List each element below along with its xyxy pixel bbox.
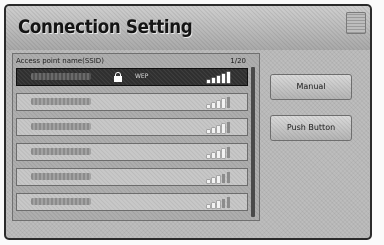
signal-bar: [227, 72, 230, 83]
access-point-item[interactable]: [16, 93, 248, 111]
dialog-header: Connection Setting: [6, 6, 370, 50]
ssid-label: [31, 98, 91, 105]
signal-bar: [217, 76, 220, 83]
signal-bar: [217, 126, 220, 133]
signal-strength-icon: [207, 97, 241, 108]
ssid-label: [31, 148, 91, 155]
signal-bar: [222, 149, 225, 158]
signal-bar: [207, 155, 210, 158]
ssid-label: [31, 198, 91, 205]
signal-bar: [217, 101, 220, 108]
signal-bar: [227, 97, 230, 108]
signal-strength-icon: [207, 147, 241, 158]
push-button-button[interactable]: Push Button: [270, 115, 352, 141]
header-decoration: [346, 12, 366, 34]
signal-bar: [222, 199, 225, 208]
manual-button[interactable]: Manual: [270, 74, 352, 100]
signal-bar: [227, 122, 230, 133]
signal-bar: [217, 151, 220, 158]
signal-bar: [212, 153, 215, 158]
ssid-label: [31, 173, 91, 180]
signal-bar: [227, 197, 230, 208]
signal-bar: [212, 128, 215, 133]
dialog-title: Connection Setting: [18, 16, 193, 38]
signal-strength-icon: [207, 72, 241, 83]
signal-bar: [222, 124, 225, 133]
signal-bar: [207, 80, 210, 83]
signal-bar: [222, 74, 225, 83]
signal-bar: [207, 180, 210, 183]
list-scrollbar[interactable]: [251, 67, 255, 217]
signal-bar: [217, 176, 220, 183]
access-point-item[interactable]: [16, 143, 248, 161]
list-header: Access point name(SSID) 1/20: [16, 57, 246, 67]
ssid-label: [31, 123, 91, 130]
signal-bar: [207, 205, 210, 208]
access-point-item[interactable]: [16, 118, 248, 136]
signal-strength-icon: [207, 172, 241, 183]
signal-strength-icon: [207, 122, 241, 133]
access-point-item[interactable]: [16, 193, 248, 211]
security-type: WEP: [135, 73, 149, 80]
lock-icon: [114, 72, 122, 82]
access-point-item[interactable]: WEP: [16, 68, 248, 86]
signal-bar: [222, 174, 225, 183]
signal-bar: [212, 178, 215, 183]
page-indicator: 1/20: [230, 57, 246, 65]
signal-bar: [217, 201, 220, 208]
signal-bar: [212, 203, 215, 208]
signal-bar: [227, 172, 230, 183]
signal-bar: [222, 99, 225, 108]
signal-bar: [212, 103, 215, 108]
ssid-column-label: Access point name(SSID): [16, 57, 104, 65]
signal-bar: [212, 78, 215, 83]
signal-strength-icon: [207, 197, 241, 208]
signal-bar: [207, 105, 210, 108]
ssid-label: [31, 73, 91, 80]
access-point-item[interactable]: [16, 168, 248, 186]
signal-bar: [227, 147, 230, 158]
signal-bar: [207, 130, 210, 133]
